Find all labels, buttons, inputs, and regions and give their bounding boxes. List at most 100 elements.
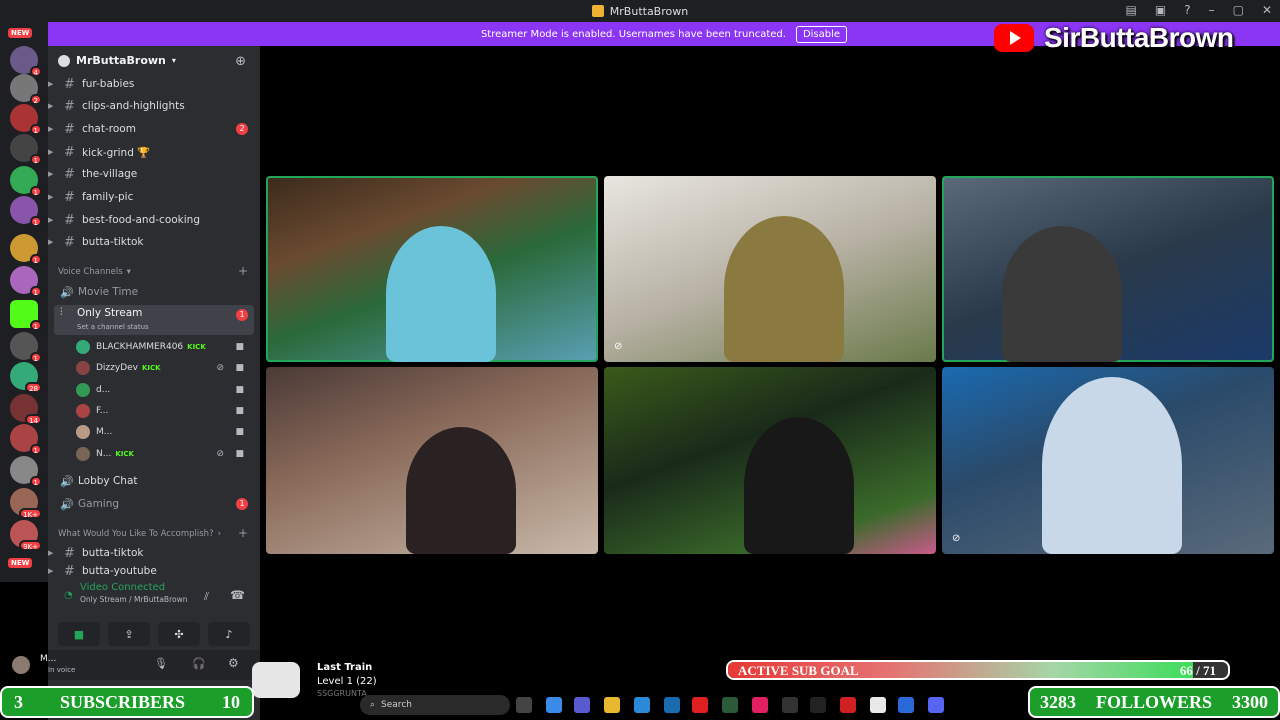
chevron-right-icon: ▶	[48, 549, 54, 557]
video-tile[interactable]	[942, 176, 1274, 362]
channel-item[interactable]: ▶ # fur-babies	[48, 74, 260, 94]
server-icon[interactable]: 14	[10, 394, 42, 425]
chevron-right-icon: ▶	[48, 102, 54, 110]
disable-button[interactable]: Disable	[795, 25, 848, 43]
voice-channel-lobby-chat[interactable]: 🔊 Lobby Chat	[48, 471, 260, 491]
server-icon[interactable]: 2	[10, 74, 42, 105]
edge-icon[interactable]	[634, 697, 650, 713]
video-tile[interactable]	[266, 176, 598, 362]
sub-goal-count: 66 / 71	[1179, 663, 1216, 678]
soundboard-button[interactable]: ♪	[208, 622, 250, 646]
disconnect-icon[interactable]: ☎	[230, 588, 245, 602]
server-icon[interactable]: 9K+	[10, 520, 42, 551]
task-view-icon[interactable]	[516, 697, 532, 713]
kick-server-icon[interactable]: 1	[10, 300, 42, 331]
server-icon[interactable]: 28	[10, 362, 42, 393]
noise-suppression-icon[interactable]: ⫽	[204, 590, 209, 604]
chrome-icon[interactable]	[898, 697, 914, 713]
channel-item[interactable]: ▶ # family-pic	[48, 187, 260, 207]
voice-member[interactable]: DizzyDev KICK ⊘ ■	[76, 358, 254, 378]
file-explorer-icon[interactable]	[604, 697, 620, 713]
server-icon[interactable]: 1	[10, 134, 42, 165]
settings-gear-icon[interactable]: ⚙	[228, 656, 239, 670]
obs-icon[interactable]	[782, 697, 798, 713]
voice-member[interactable]: M... ■	[76, 422, 254, 442]
tiktok-icon[interactable]	[752, 697, 768, 713]
app-icon[interactable]	[810, 697, 826, 713]
store-icon[interactable]	[664, 697, 680, 713]
help-icon[interactable]: ?	[1184, 3, 1190, 17]
server-icon[interactable]: 1	[10, 196, 42, 227]
user-panel: M... In voice 🎙 🎧 ⚙	[12, 650, 260, 680]
server-icon[interactable]: 1K+	[10, 488, 42, 519]
voice-member[interactable]: N... KICK ⊘ ■	[76, 444, 254, 464]
channel-item[interactable]: ▶ # butta-youtube	[48, 565, 260, 577]
voice-channel-movie-time[interactable]: 🔊 Movie Time	[48, 282, 260, 302]
xbox-icon[interactable]	[722, 697, 738, 713]
camera-button[interactable]: ■	[58, 622, 100, 646]
voice-category-header[interactable]: Voice Channels ▾	[58, 267, 131, 277]
youtube-app-icon[interactable]	[692, 697, 708, 713]
channel-item[interactable]: ▶ # kick-grind 🏆	[48, 142, 260, 162]
video-tile[interactable]	[604, 367, 936, 554]
voice-member[interactable]: BLACKHAMMER406 KICK ■	[76, 337, 254, 357]
followers-label: FOLLOWERS	[1095, 691, 1213, 712]
add-member-icon[interactable]: ⊕	[235, 54, 246, 69]
server-icon[interactable]: 1	[10, 234, 42, 265]
close-icon[interactable]: ✕	[1262, 3, 1272, 17]
server-icon[interactable]: 1	[10, 456, 42, 487]
voice-member[interactable]: F... ■	[76, 401, 254, 421]
video-tile[interactable]: ⊘	[604, 176, 936, 362]
screen-share-button[interactable]: ⇪	[108, 622, 150, 646]
activities-button[interactable]: ✣	[158, 622, 200, 646]
add-channel-icon[interactable]: +	[238, 526, 248, 540]
server-header[interactable]: MrButtaBrown ▾	[58, 54, 176, 67]
discord-icon[interactable]	[928, 697, 944, 713]
channel-item[interactable]: ▶ # clips-and-highlights	[48, 96, 260, 116]
stream-icon: ⫶	[60, 307, 63, 318]
app-icon[interactable]	[840, 697, 856, 713]
voice-channel-only-stream[interactable]: ⫶ Only Stream Set a channel status 1	[54, 305, 254, 335]
channel-item[interactable]: ▶ # the-village	[48, 164, 260, 184]
participant-video	[1042, 377, 1182, 554]
channel-item[interactable]: ▶ # chat-room 2	[48, 119, 260, 139]
search-icon: ⌕	[370, 700, 376, 710]
kick-badge: KICK	[115, 450, 134, 458]
new-tag: NEW	[8, 558, 33, 568]
channel-item[interactable]: ▶ # best-food-and-cooking	[48, 210, 260, 230]
microphone-icon[interactable]: 🎙	[154, 657, 168, 670]
server-icon[interactable]: 1	[10, 424, 42, 455]
headphones-icon[interactable]: 🎧	[192, 657, 206, 670]
minimize-icon[interactable]: –	[1209, 3, 1215, 17]
server-icon[interactable]: 1	[10, 332, 42, 363]
server-icon[interactable]: 1	[10, 266, 42, 297]
camera-icon: ■	[235, 427, 244, 437]
subscribers-current: 3	[14, 691, 23, 712]
screen-icon[interactable]: ▣	[1155, 3, 1166, 17]
voice-location[interactable]: Only Stream / MrButtaBrown	[80, 595, 252, 604]
participant-video	[386, 226, 496, 362]
avatar	[76, 340, 90, 354]
video-tile[interactable]	[266, 367, 598, 554]
server-icon[interactable]: 1	[10, 104, 42, 135]
speaker-icon: 🔊	[60, 497, 74, 511]
add-channel-icon[interactable]: +	[238, 264, 248, 278]
copilot-icon[interactable]	[546, 697, 562, 713]
maximize-icon[interactable]: ▢	[1233, 3, 1244, 17]
server-icon[interactable]: 1	[10, 166, 42, 197]
taskbar-search[interactable]: ⌕ Search	[360, 695, 510, 715]
window-title: MrButtaBrown	[609, 4, 689, 18]
category-header[interactable]: What Would You Like To Accomplish? ›	[58, 529, 221, 539]
voice-member[interactable]: d... ■	[76, 380, 254, 400]
capcut-icon[interactable]	[870, 697, 886, 713]
video-tile[interactable]: ⊘	[942, 367, 1274, 554]
channel-item[interactable]: ▶ # butta-tiktok	[48, 232, 260, 252]
inbox-icon[interactable]: ▤	[1126, 3, 1137, 17]
server-icon[interactable]: 4	[10, 46, 42, 77]
channel-item[interactable]: ▶ # butta-tiktok	[48, 543, 260, 563]
voice-channel-gaming[interactable]: 🔊 Gaming 1	[48, 494, 260, 514]
teams-icon[interactable]	[574, 697, 590, 713]
participant-video	[406, 427, 516, 554]
avatar[interactable]	[12, 656, 30, 674]
hash-icon: #	[64, 121, 75, 137]
